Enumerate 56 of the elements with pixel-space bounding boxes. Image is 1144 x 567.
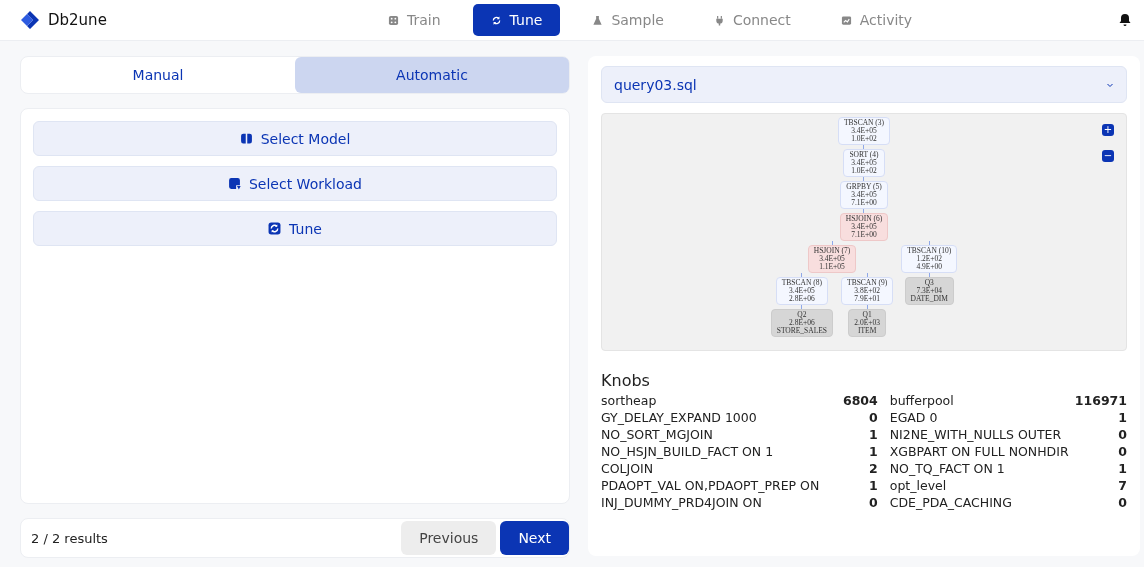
refresh-icon [268,222,282,235]
app-name: Db2une [48,11,107,29]
knob-value: 0 [869,494,878,511]
knob-name: NO_TQ_FACT ON 1 [889,460,1005,477]
next-button[interactable]: Next [500,521,569,555]
knob-name: sortheap [601,392,657,409]
workload-icon [228,177,241,190]
action-button[interactable]: Select Model [33,121,557,156]
knob-name: COLJOIN [601,460,654,477]
knob-name: EGAD 0 [889,409,938,426]
chart-icon [840,14,852,26]
knob-name: CDE_PDA_CACHING [889,494,1012,511]
mode-tab[interactable]: Automatic [295,57,569,93]
action-button[interactable]: Select Workload [33,166,557,201]
knob-name: bufferpool [889,392,954,409]
dice-icon [388,14,399,26]
knob-value: 1 [869,477,878,494]
knob-name: PDAOPT_VAL ON,PDAOPT_PREP ON [601,477,820,494]
knob-value: 6804 [842,392,878,409]
knob-value: 2 [869,460,878,477]
results-count: 2 / 2 results [31,530,108,546]
knob-value: 0 [1118,494,1127,511]
nav-tab[interactable]: Activity [822,4,931,36]
logo-icon [20,10,40,30]
knob-value: 7 [1118,477,1127,494]
nav-tab[interactable]: Tune [472,4,561,36]
knob-value: 1 [1118,460,1127,477]
plug-icon [713,14,725,26]
nav-tab[interactable]: Train [370,4,459,36]
section-title: Knobs [601,371,651,390]
zoom-in-button[interactable]: + [1102,124,1114,136]
flask-icon [592,14,604,26]
knob-value: 0 [1118,443,1127,460]
knob-value: 1 [1118,409,1127,426]
nav-tab[interactable]: Sample [574,4,682,36]
previous-button[interactable]: Previous [401,521,497,555]
knob-name: opt_level [889,477,947,494]
knob-name: GY_DELAY_EXPAND 1000 [601,409,757,426]
knob-value: 116971 [1074,392,1127,409]
knob-value: 0 [1118,426,1127,443]
model-icon [239,132,253,145]
knob-value: 1 [869,443,878,460]
bell-icon[interactable] [1118,13,1132,27]
knob-value: 0 [869,409,878,426]
zoom-out-button[interactable]: − [1102,150,1114,162]
nav-tab[interactable]: Connect [695,4,809,36]
refresh-icon [490,14,502,26]
knob-name: XGBPART ON FULL NONHDIR [889,443,1069,460]
knob-name: NO_SORT_MGJOIN [601,426,713,443]
knob-name: NI2NE_WITH_NULLS OUTER [889,426,1062,443]
query-select[interactable]: query03.sql [601,66,1127,103]
knob-name: INJ_DUMMY_PRD4JOIN ON [601,494,762,511]
mode-tab[interactable]: Manual [21,57,295,93]
knob-name: NO_HSJN_BUILD_FACT ON 1 [601,443,774,460]
action-button[interactable]: Tune [33,211,557,246]
knob-value: 1 [869,426,878,443]
